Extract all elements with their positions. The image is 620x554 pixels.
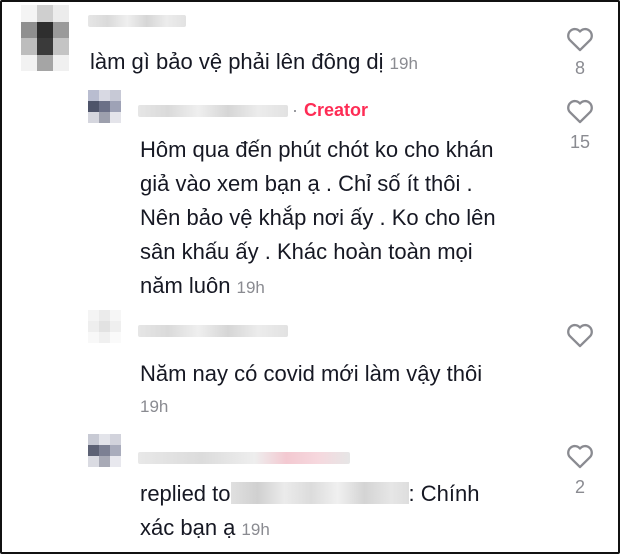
comment-text: Năm nay có covid mới làm vậy thôi — [140, 357, 482, 391]
comment-timestamp: 19h — [236, 278, 265, 297]
avatar-blurred[interactable] — [21, 5, 69, 71]
comment-text: làm gì bảo vệ phải lên đông dị 19h — [90, 45, 418, 81]
comment-body: : Chính — [408, 481, 480, 506]
username-blurred[interactable] — [138, 325, 288, 337]
comment-line: năm luôn 19h — [140, 273, 265, 298]
like-count: 2 — [574, 477, 585, 497]
heart-outline-icon[interactable] — [566, 322, 594, 348]
creator-badge: · Creator — [292, 100, 368, 121]
like-count: 15 — [569, 132, 591, 152]
username-blurred[interactable] — [138, 452, 350, 464]
comment-body: Năm nay có covid mới làm vậy thôi — [140, 361, 483, 386]
comment-line: sân khấu ấy . Khác hoàn toàn mọi — [140, 239, 473, 264]
mentioned-username-blurred[interactable] — [230, 482, 409, 504]
username-blurred[interactable] — [138, 105, 288, 117]
comment-text: Hôm qua đến phút chót ko cho khán giả và… — [140, 133, 496, 305]
avatar-blurred[interactable] — [88, 434, 121, 467]
username-blurred[interactable] — [88, 15, 186, 27]
heart-outline-icon[interactable] — [566, 98, 594, 124]
heart-outline-icon[interactable] — [566, 26, 594, 52]
comment-line: Nên bảo vệ khắp nơi ấy . Ko cho lên — [140, 205, 496, 230]
replied-to-label: replied to — [140, 481, 231, 506]
comment-line: xác bạn ạ 19h — [140, 515, 270, 540]
avatar-blurred[interactable] — [88, 90, 121, 123]
comment-timestamp: 19h — [389, 54, 418, 73]
comment-line: giả vào xem bạn ạ . Chỉ số ít thôi . — [140, 171, 473, 196]
comment-timestamp: 19h — [140, 397, 169, 416]
like-count: 8 — [574, 58, 585, 78]
creator-label: Creator — [304, 100, 369, 120]
comment-body: làm gì bảo vệ phải lên đông dị — [90, 49, 384, 74]
heart-outline-icon[interactable] — [566, 443, 594, 469]
comment-timestamp: 19h — [241, 520, 270, 539]
separator-dot: · — [292, 100, 298, 120]
comment-line: replied to : Chính — [140, 477, 479, 511]
comment-text: replied to : Chính xác bạn ạ 19h — [140, 477, 479, 547]
avatar-blurred[interactable] — [88, 310, 121, 343]
comment-line: Hôm qua đến phút chót ko cho khán — [140, 137, 494, 162]
